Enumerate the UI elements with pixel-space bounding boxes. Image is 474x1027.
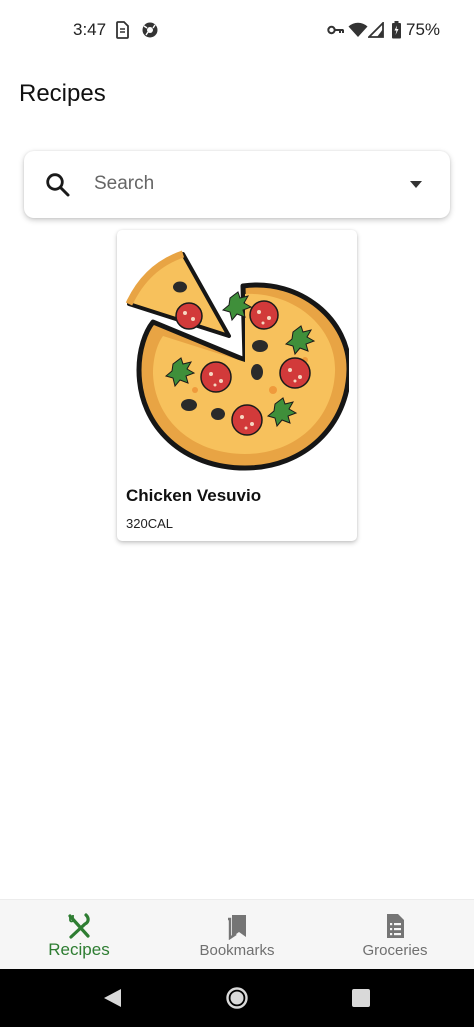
recipe-card[interactable]: Chicken Vesuvio 320CAL [117, 230, 357, 541]
pizza-image [125, 250, 349, 471]
nav-item-bookmarks[interactable]: Bookmarks [158, 900, 316, 970]
status-bar: 3:47 75% [0, 0, 474, 62]
battery-icon [392, 21, 401, 39]
recipe-name: Chicken Vesuvio [126, 486, 262, 505]
bookmarks-icon [228, 915, 246, 940]
nav-label-bookmarks: Bookmarks [199, 942, 275, 959]
nav-label-groceries: Groceries [362, 942, 428, 959]
nav-label-recipes: Recipes [48, 940, 110, 959]
sim-icon [116, 21, 129, 39]
recipe-calories: 320CAL [126, 516, 173, 531]
nav-item-groceries[interactable]: Groceries [316, 900, 474, 970]
page-title: Recipes [19, 80, 106, 107]
back-button[interactable] [101, 986, 125, 1010]
search-bar[interactable] [24, 151, 450, 218]
search-icon[interactable] [45, 172, 71, 198]
vpn-key-icon [327, 25, 344, 35]
recents-button[interactable] [349, 986, 373, 1010]
search-input[interactable] [94, 167, 394, 201]
app-screen: 3:47 75% Recipes Search Chicken Vesuvio … [0, 0, 474, 1027]
grocery-list-icon [387, 914, 404, 938]
status-time: 3:47 [73, 20, 107, 39]
fork-knife-icon [68, 913, 90, 939]
signal-icon [368, 22, 384, 38]
dropdown-arrow-icon[interactable] [406, 177, 426, 191]
battery-percent: 75% [406, 20, 441, 39]
home-button[interactable] [225, 986, 249, 1010]
bottom-navigation: Recipes Bookmarks Groceries [0, 899, 474, 970]
settings-icon [142, 22, 158, 38]
system-navigation-bar [0, 969, 474, 1027]
nav-item-recipes[interactable]: Recipes [0, 900, 158, 970]
wifi-icon [348, 22, 368, 37]
